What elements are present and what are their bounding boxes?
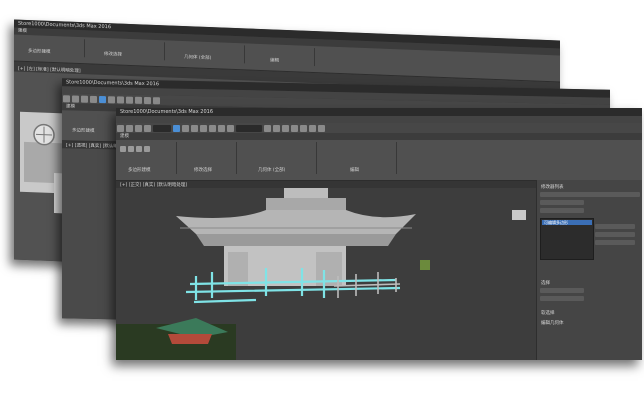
edge-icon[interactable] — [128, 146, 134, 152]
front-window-title: Store1000\Documents\3ds Max 2016 — [120, 109, 214, 115]
rotate-icon[interactable] — [117, 95, 124, 104]
render-setup-icon[interactable] — [309, 124, 316, 132]
ribbon-group-label: 编辑 — [350, 168, 359, 173]
soft-selection-rollout-title[interactable]: 软选择 — [541, 310, 555, 316]
ribbon-group-label: 多边形建模 — [28, 49, 51, 55]
tab-modeling[interactable]: 建模 — [120, 134, 129, 139]
undo-icon[interactable] — [117, 124, 124, 132]
front-main-toolbar — [116, 123, 642, 133]
selection-rollout-title[interactable]: 选择 — [541, 280, 550, 286]
material-editor-icon[interactable] — [300, 124, 307, 132]
modifier-button[interactable] — [540, 200, 584, 205]
undo-icon[interactable] — [63, 94, 70, 102]
mirror-icon[interactable] — [264, 124, 271, 132]
tab-modeling[interactable]: 建模 — [18, 29, 27, 34]
move-icon[interactable] — [182, 124, 189, 132]
unlink-icon[interactable] — [144, 124, 151, 132]
snap-icon[interactable] — [209, 124, 216, 132]
render-icon[interactable] — [318, 124, 325, 132]
option-row[interactable] — [595, 240, 635, 245]
border-icon[interactable] — [136, 146, 142, 152]
ribbon-group-label: 几何体 (全部) — [184, 55, 212, 62]
ribbon-group-label: 多边形建模 — [128, 168, 151, 173]
link-icon[interactable] — [135, 124, 142, 132]
named-selection-dropdown[interactable] — [236, 124, 262, 132]
vertex-icon[interactable] — [120, 146, 126, 152]
selection-mode-buttons[interactable] — [540, 288, 584, 293]
tab-modeling[interactable]: 建模 — [66, 104, 75, 109]
front-window: Store1000\Documents\3ds Max 2016 建模 多边形建… — [116, 108, 642, 360]
move-icon[interactable] — [108, 95, 115, 103]
redo-icon[interactable] — [126, 124, 133, 132]
modifier-list-label: 修改器列表 — [541, 185, 564, 190]
front-ribbon-tabs: 建模 — [116, 133, 642, 140]
ribbon-group-label: 修改选择 — [104, 51, 122, 58]
edit-geometry-rollout-title[interactable]: 编辑几何体 — [541, 320, 564, 326]
modifier-button[interactable] — [540, 208, 584, 213]
pavilion-model — [116, 188, 526, 360]
angle-snap-icon[interactable] — [218, 124, 225, 132]
option-row[interactable] — [595, 232, 635, 237]
option-row[interactable] — [595, 224, 635, 229]
align-icon[interactable] — [153, 96, 160, 104]
rotate-icon[interactable] — [191, 124, 198, 132]
polygon-icon[interactable] — [144, 146, 150, 152]
curve-editor-icon[interactable] — [291, 124, 298, 132]
select-icon[interactable] — [99, 95, 106, 103]
modifier-stack-item[interactable]: 可编辑多边形 — [542, 220, 592, 225]
grow-button[interactable] — [540, 296, 584, 301]
front-menubar — [116, 116, 642, 123]
snap-icon[interactable] — [135, 96, 142, 104]
link-icon[interactable] — [81, 95, 88, 103]
scale-icon[interactable] — [200, 124, 207, 132]
modifier-list-dropdown[interactable] — [540, 192, 640, 197]
front-viewport[interactable] — [116, 188, 536, 360]
percent-snap-icon[interactable] — [227, 124, 234, 132]
layer-icon[interactable] — [282, 124, 289, 132]
scale-icon[interactable] — [126, 96, 133, 104]
command-panel: 修改器列表 可编辑多边形 选择 软选择 编辑几何体 — [536, 180, 642, 360]
select-icon[interactable] — [173, 124, 180, 132]
front-window-titlebar: Store1000\Documents\3ds Max 2016 — [116, 108, 642, 116]
unlink-icon[interactable] — [90, 95, 97, 103]
align-icon[interactable] — [273, 124, 280, 132]
mirror-icon[interactable] — [144, 96, 151, 104]
ribbon-group-label: 多边形建模 — [72, 128, 95, 134]
ribbon-group-label: 编辑 — [270, 58, 279, 64]
front-ribbon: 多边形建模 修改选择 几何体 (全部) 编辑 — [116, 140, 642, 181]
modifier-stack-list[interactable]: 可编辑多边形 — [540, 218, 594, 260]
redo-icon[interactable] — [72, 94, 79, 103]
selection-filter-dropdown[interactable] — [153, 124, 171, 132]
ribbon-group-label: 几何体 (全部) — [258, 168, 286, 173]
ribbon-group-label: 修改选择 — [194, 168, 212, 173]
